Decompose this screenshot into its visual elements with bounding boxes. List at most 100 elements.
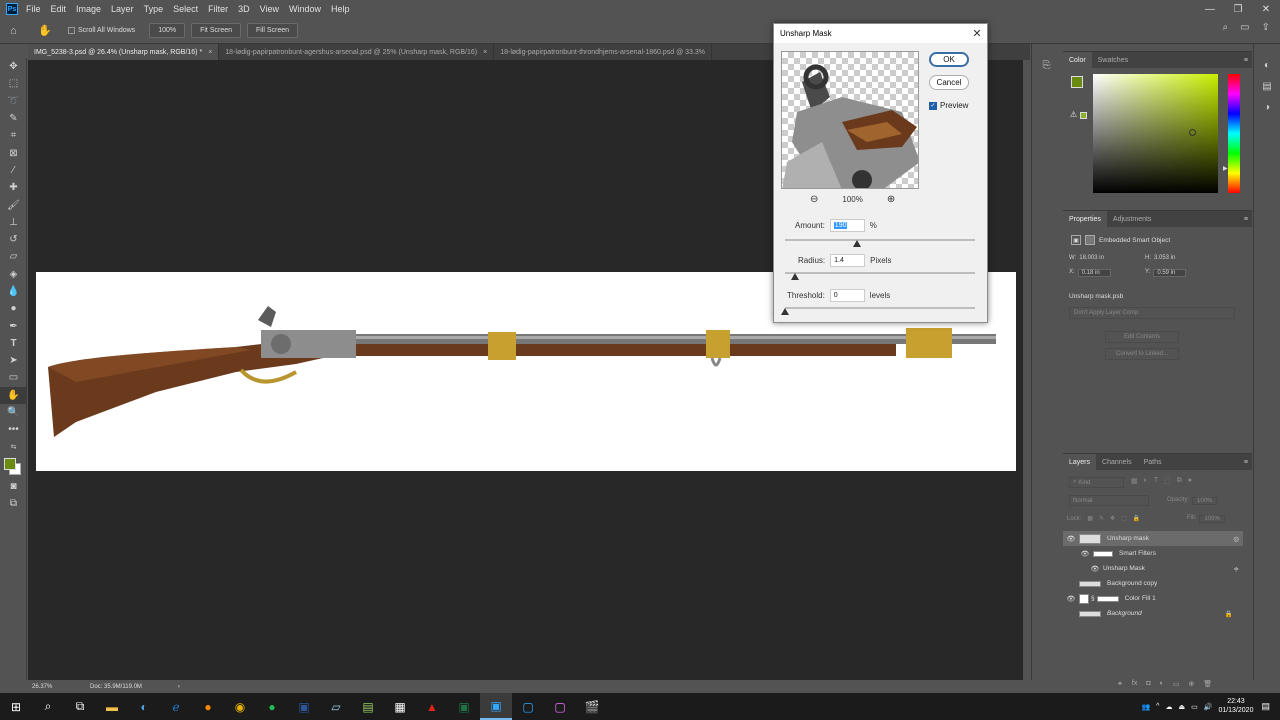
foreground-color-swatch[interactable]	[1071, 76, 1083, 88]
group-icon[interactable]: ▭	[1173, 680, 1180, 688]
path-selection-tool-icon[interactable]: ➤	[0, 352, 27, 369]
history-brush-tool-icon[interactable]: ↺	[0, 231, 27, 248]
layer-row-smart-filters[interactable]: 👁 Smart Filters	[1063, 546, 1243, 561]
visibility-eye-icon[interactable]: 👁	[1077, 550, 1093, 558]
quick-select-tool-icon[interactable]: ✎	[0, 110, 27, 127]
status-expand-icon[interactable]: ›	[178, 684, 180, 690]
link-icon[interactable]: §	[1091, 595, 1095, 602]
lock-image-icon[interactable]: ✎	[1099, 515, 1104, 522]
acrobat-icon[interactable]: ▲	[416, 693, 448, 720]
layer-row-unsharp-mask[interactable]: 👁 Unsharp mask ◎	[1063, 531, 1243, 546]
paint-bucket-tool-icon[interactable]: ◈	[0, 266, 27, 283]
edit-contents-button[interactable]: Edit Contents	[1105, 331, 1179, 343]
move-tool-icon[interactable]: ✥	[0, 58, 27, 75]
clapper-icon[interactable]: 🎬	[576, 693, 608, 720]
hue-slider[interactable]	[1228, 74, 1240, 193]
fill-color-thumbnail[interactable]	[1079, 593, 1089, 604]
spotify-icon[interactable]: ●	[256, 693, 288, 720]
filter-type-icon[interactable]: T	[1154, 477, 1158, 485]
share-icon[interactable]: ⇪	[1262, 22, 1270, 33]
frame-tool-icon[interactable]: ⊠	[0, 144, 27, 161]
panel-menu-icon[interactable]: ≡	[1238, 459, 1252, 466]
excel-icon[interactable]: ▣	[448, 693, 480, 720]
notifications-icon[interactable]: ▤	[1261, 701, 1270, 712]
scroll-all-windows-checkbox[interactable]: Scroll All Windows	[68, 27, 135, 34]
zoom-tool-icon[interactable]: 🔍	[0, 404, 27, 421]
layer-properties-icon[interactable]: ▣	[1071, 235, 1081, 245]
tab-adjustments[interactable]: Adjustments	[1107, 216, 1158, 223]
quick-mask-icon[interactable]: ◙	[0, 478, 27, 495]
home-icon[interactable]: ⌂	[10, 25, 26, 37]
hand-tool-icon[interactable]: ✋	[38, 24, 60, 37]
search-icon[interactable]: ⌕	[1223, 22, 1229, 33]
edge-legacy-icon[interactable]: ◐	[128, 693, 160, 720]
menu-help[interactable]: Help	[331, 4, 350, 14]
menu-type[interactable]: Type	[144, 4, 164, 14]
layer-filter-kind[interactable]: ⌕ Kind	[1069, 477, 1124, 488]
zoom-100-button[interactable]: 100%	[149, 23, 186, 38]
people-icon[interactable]: 👥	[1141, 703, 1150, 711]
more-tools-icon[interactable]: •••	[0, 421, 27, 438]
new-layer-icon[interactable]: ⊕	[1188, 680, 1194, 688]
rectangle-tool-icon[interactable]: ▭	[0, 369, 27, 386]
color-swatches[interactable]	[0, 456, 27, 478]
history-panel-icon[interactable]: ⎘	[1040, 60, 1054, 71]
firefox-icon[interactable]: ●	[192, 693, 224, 720]
blur-tool-icon[interactable]: 💧	[0, 283, 27, 300]
delete-layer-icon[interactable]: 🗑	[1203, 680, 1212, 688]
eyedropper-tool-icon[interactable]: ⁄	[0, 162, 27, 179]
maximize-icon[interactable]: ❐	[1224, 4, 1252, 15]
brush-tool-icon[interactable]: 🖌	[0, 196, 27, 213]
photoshop-taskbar-icon[interactable]: ▣	[480, 693, 512, 720]
tab-color[interactable]: Color	[1063, 52, 1092, 68]
ok-button[interactable]: OK	[929, 52, 969, 67]
type-tool-icon[interactable]: T	[0, 335, 27, 352]
word-icon[interactable]: ▣	[288, 693, 320, 720]
dodge-tool-icon[interactable]: ●	[0, 300, 27, 317]
close-icon[interactable]: ✕	[1252, 4, 1280, 15]
premiere-icon[interactable]: ▢	[544, 693, 576, 720]
threshold-slider-handle[interactable]	[781, 308, 789, 315]
layer-row-background[interactable]: Background 🔒	[1063, 606, 1243, 621]
lock-artboard-icon[interactable]: ⬚	[1121, 515, 1127, 522]
dialog-title-bar[interactable]: Unsharp Mask ✕	[774, 24, 987, 43]
windows-start-icon[interactable]: ⊞	[0, 693, 32, 720]
preview-checkbox[interactable]: ✓ Preview	[929, 101, 968, 110]
filter-toggle-icon[interactable]: ●	[1188, 477, 1192, 485]
adjustment-layer-icon[interactable]: ◐	[1160, 680, 1164, 688]
filter-preview[interactable]	[781, 51, 919, 189]
visibility-eye-icon[interactable]: 👁	[1063, 535, 1079, 543]
lasso-tool-icon[interactable]: ➰	[0, 93, 27, 110]
amount-slider[interactable]	[785, 239, 975, 247]
close-icon[interactable]: ✕	[967, 27, 987, 40]
panel-menu-icon[interactable]: ≡	[1238, 57, 1252, 64]
menu-layer[interactable]: Layer	[111, 4, 134, 14]
layer-row-background-copy[interactable]: Background copy	[1063, 576, 1243, 591]
fit-screen-button[interactable]: Fit Screen	[191, 23, 241, 38]
cancel-button[interactable]: Cancel	[929, 75, 969, 90]
cloud-icon[interactable]: ☁	[1165, 703, 1172, 711]
network-icon[interactable]: ▭	[1191, 703, 1198, 711]
zoom-readout[interactable]: 26.37%	[32, 684, 82, 690]
zoom-out-icon[interactable]: ⊖	[810, 194, 818, 205]
filter-smart-icon[interactable]: ⧉	[1177, 477, 1182, 485]
notepad-icon[interactable]: ▱	[320, 693, 352, 720]
amount-slider-handle[interactable]	[853, 240, 862, 247]
edge-icon[interactable]: ℯ	[160, 693, 192, 720]
tray-overflow-icon[interactable]: ^	[1156, 703, 1159, 710]
fx-icon[interactable]: fx	[1132, 680, 1137, 688]
opacity-field[interactable]: 100%	[1192, 497, 1218, 505]
file-explorer-icon[interactable]: ▬	[96, 693, 128, 720]
smart-filter-visibility-icon[interactable]: ◎	[1233, 535, 1239, 543]
adjustments-panel-icon[interactable]: ◑	[1254, 102, 1280, 113]
radius-input[interactable]: 1.4	[830, 254, 866, 267]
threshold-slider[interactable]	[781, 307, 975, 315]
notes-icon[interactable]: ▤	[352, 693, 384, 720]
layer-comp-select[interactable]: Don't Apply Layer Comp	[1069, 307, 1235, 319]
menu-window[interactable]: Window	[289, 4, 321, 14]
swap-colors-icon[interactable]: ⇆	[0, 439, 27, 456]
width-field[interactable]: 18.003 in	[1079, 255, 1104, 261]
color-field[interactable]	[1093, 74, 1218, 193]
calculator-icon[interactable]: ▦	[384, 693, 416, 720]
x-field[interactable]: 0.18 in	[1077, 269, 1111, 277]
